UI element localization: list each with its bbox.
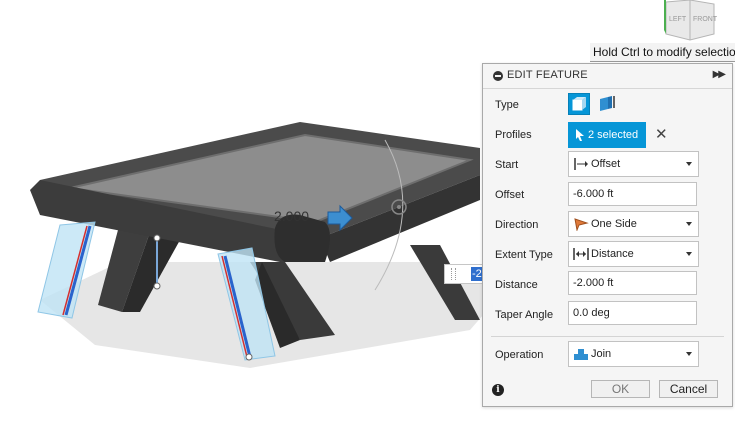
expand-panel-icon[interactable]: ▶▶ [713, 69, 726, 80]
profiles-label: Profiles [495, 129, 532, 141]
cursor-icon [576, 129, 584, 141]
start-label: Start [495, 159, 519, 171]
offset-start-icon [574, 158, 588, 170]
chevron-down-icon [686, 222, 692, 226]
direction-label: Direction [495, 219, 539, 231]
chevron-down-icon [686, 162, 692, 166]
type-label: Type [495, 99, 519, 111]
profiles-count: 2 selected [588, 129, 639, 141]
clear-selection-icon[interactable]: ✕ [655, 126, 668, 144]
extent-type-label: Extent Type [495, 249, 553, 261]
chevron-down-icon [686, 352, 692, 356]
drag-grip-icon[interactable] [451, 268, 456, 280]
distance-icon [573, 248, 589, 260]
type-thin-button[interactable] [597, 93, 619, 115]
info-icon[interactable]: i [492, 384, 504, 396]
divider [491, 336, 724, 337]
panel-header: EDIT FEATURE ▶▶ [483, 64, 732, 89]
chevron-down-icon [686, 252, 692, 256]
distance-label: Distance [495, 279, 538, 291]
operation-dropdown[interactable]: Join [568, 341, 699, 367]
operation-label: Operation [495, 349, 544, 361]
offset-field[interactable]: -6.000 ft [568, 182, 697, 206]
cancel-button[interactable]: Cancel [659, 380, 718, 398]
start-value: Offset [591, 158, 621, 170]
start-dropdown[interactable]: Offset [568, 151, 699, 177]
one-side-icon [574, 218, 589, 231]
edit-feature-panel: EDIT FEATURE ▶▶ Type Profiles 2 selected… [482, 63, 733, 407]
offset-label: Offset [495, 189, 525, 201]
join-icon [574, 349, 588, 360]
direction-dropdown[interactable]: One Side [568, 211, 699, 237]
taper-angle-field[interactable]: 0.0 deg [568, 301, 697, 325]
taper-angle-label: Taper Angle [495, 309, 554, 321]
operation-value: Join [591, 348, 612, 360]
panel-title: EDIT FEATURE [507, 69, 588, 81]
ok-button[interactable]: OK [591, 380, 650, 398]
direction-value: One Side [591, 218, 637, 230]
profiles-selection-button[interactable]: 2 selected [568, 122, 646, 148]
hint-tooltip: Hold Ctrl to modify selectio [590, 43, 735, 62]
collapse-icon[interactable] [493, 71, 503, 81]
extrude-thin-icon [600, 96, 615, 111]
viewcube[interactable]: LEFT FRONT [660, 0, 720, 42]
distance-field[interactable]: -2.000 ft [568, 271, 697, 295]
viewcube-left-face: LEFT [669, 16, 687, 23]
extent-type-dropdown[interactable]: Distance [568, 241, 699, 267]
dimension-label: 2.000 [274, 208, 310, 224]
extrude-solid-icon [572, 97, 586, 111]
type-solid-button[interactable] [568, 93, 590, 115]
viewcube-front-face: FRONT [693, 16, 718, 23]
extent-type-value: Distance [591, 248, 634, 260]
